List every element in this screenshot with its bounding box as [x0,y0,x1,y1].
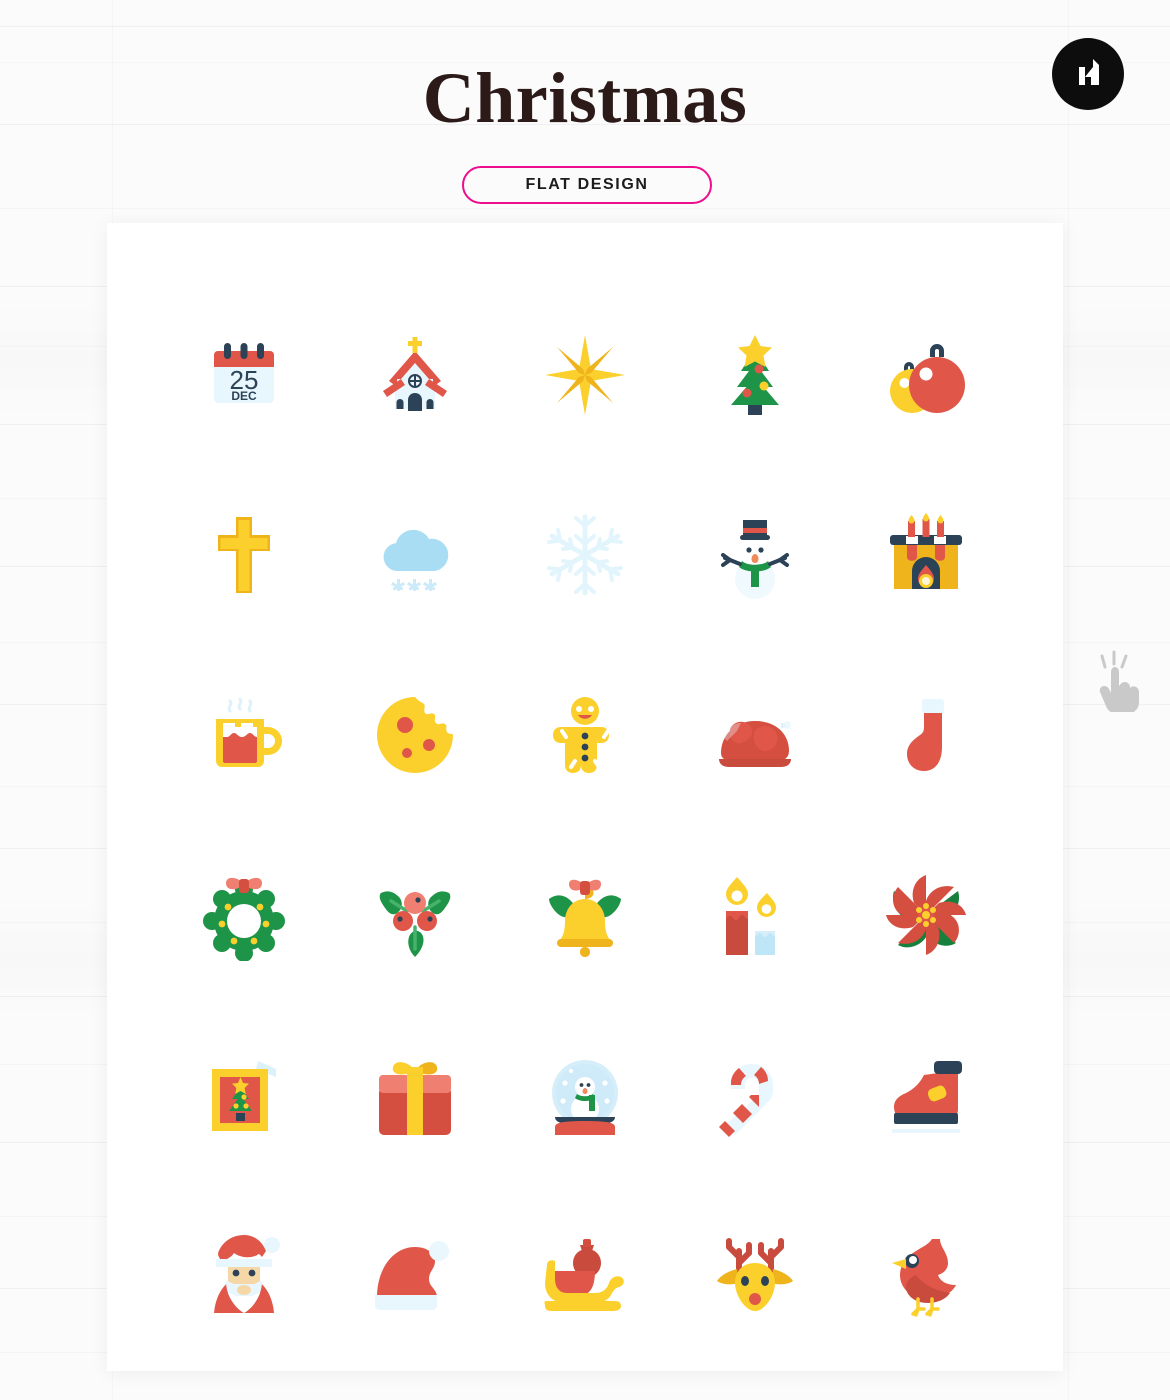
santa-hat-icon[interactable] [360,1220,470,1330]
santa-claus-icon[interactable] [189,1220,299,1330]
brand-logo-mark [1079,59,1099,85]
cookie-icon[interactable] [360,680,470,790]
flat-design-badge: FLAT DESIGN [462,166,712,204]
sleigh-icon[interactable] [530,1220,640,1330]
icon-set-card: 25 DEC [107,223,1063,1371]
christmas-tree-icon[interactable] [700,320,810,430]
brand-logo[interactable] [1052,38,1124,110]
ice-skate-icon[interactable] [871,1040,981,1150]
reindeer-icon[interactable] [700,1220,810,1330]
candy-cane-icon[interactable] [700,1040,810,1150]
star-icon[interactable] [530,320,640,430]
flat-design-badge-label: FLAT DESIGN [525,176,649,193]
page-title: Christmas [422,58,748,138]
poinsettia-icon[interactable] [871,860,981,970]
holly-icon[interactable] [360,860,470,970]
icon-grid: 25 DEC [159,285,1011,1365]
stocking-icon[interactable] [871,680,981,790]
cardinal-bird-icon[interactable] [871,1220,981,1330]
hot-cocoa-icon[interactable] [189,680,299,790]
fireplace-icon[interactable] [871,500,981,610]
gift-box-icon[interactable] [360,1040,470,1150]
cross-icon[interactable] [189,500,299,610]
snowflake-icon[interactable] [530,500,640,610]
gingerbread-man-icon[interactable] [530,680,640,790]
roast-turkey-icon[interactable] [700,680,810,790]
christmas-card-icon[interactable] [189,1040,299,1150]
snow-cloud-icon[interactable] [360,500,470,610]
church-icon[interactable] [360,320,470,430]
wreath-icon[interactable] [189,860,299,970]
snowman-icon[interactable] [700,500,810,610]
baubles-icon[interactable] [871,320,981,430]
snow-globe-icon[interactable] [530,1040,640,1150]
bell-icon[interactable] [530,860,640,970]
hand-pointer-cursor [1088,650,1144,717]
calendar-icon[interactable]: 25 DEC [189,320,299,430]
calendar-month-text: DEC [232,389,258,403]
candles-icon[interactable] [700,860,810,970]
